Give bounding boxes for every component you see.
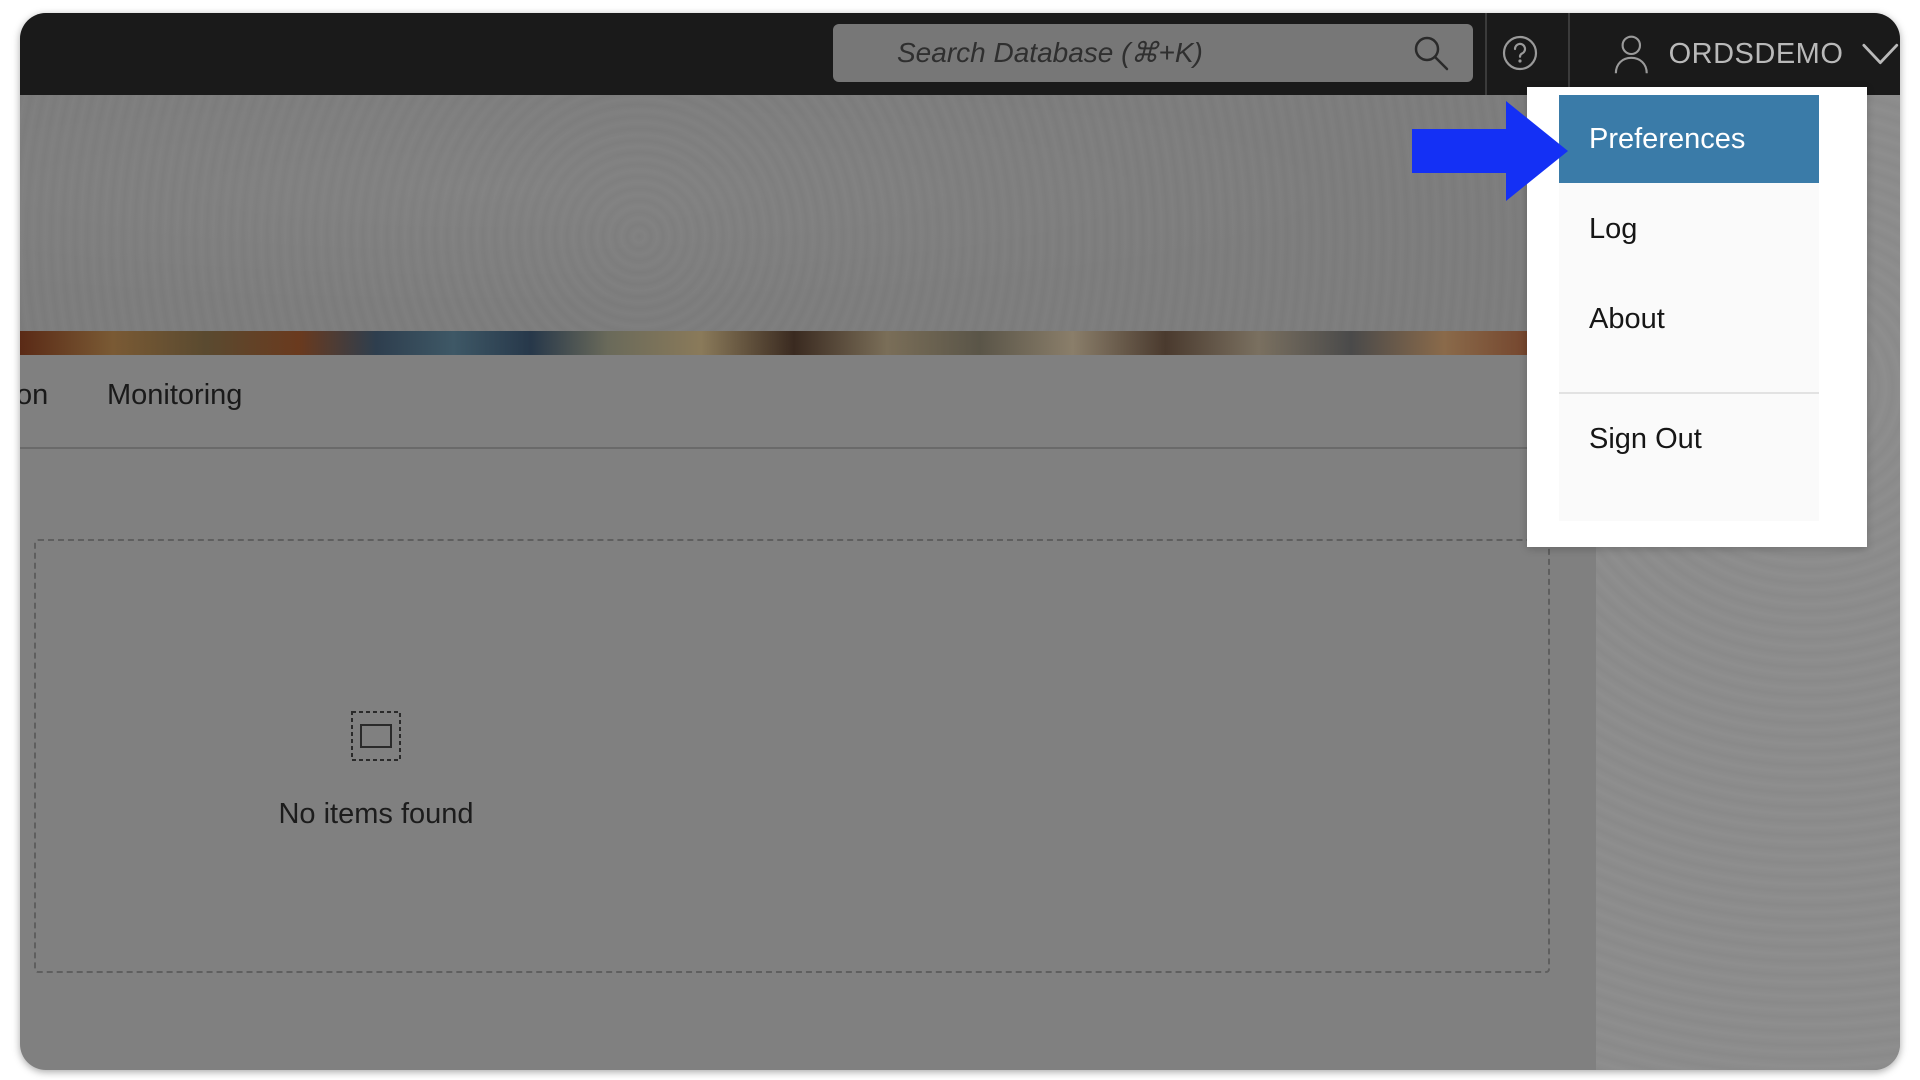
menu-item-sign-out[interactable]: Sign Out bbox=[1559, 395, 1819, 483]
search-box bbox=[833, 23, 1473, 83]
nav-tabs: on Monitoring bbox=[20, 355, 1568, 449]
menu-item-about[interactable]: About bbox=[1559, 275, 1819, 363]
empty-state-message: No items found bbox=[278, 798, 474, 830]
empty-content-area bbox=[34, 539, 1550, 973]
search-input[interactable] bbox=[833, 23, 1411, 83]
toolbar-divider bbox=[1485, 13, 1487, 95]
user-menu-button[interactable]: ORDSDEMO bbox=[1588, 13, 1900, 95]
callout-arrow-icon bbox=[1412, 101, 1568, 201]
search-icon[interactable] bbox=[1411, 33, 1451, 73]
tab-partial[interactable]: on bbox=[20, 379, 48, 412]
help-icon bbox=[1502, 35, 1538, 71]
menu-divider bbox=[1559, 392, 1819, 394]
user-dropdown-menu: Preferences Log About Sign Out bbox=[1527, 87, 1867, 547]
help-button[interactable] bbox=[1500, 33, 1540, 73]
hero-background bbox=[20, 95, 1568, 331]
user-menu-list: Preferences Log About Sign Out bbox=[1559, 95, 1819, 521]
chevron-down-icon bbox=[1862, 43, 1899, 65]
top-bar: ORDSDEMO bbox=[20, 13, 1900, 95]
empty-icon bbox=[351, 711, 401, 761]
menu-item-preferences[interactable]: Preferences bbox=[1559, 95, 1819, 183]
tab-monitoring[interactable]: Monitoring bbox=[107, 379, 242, 412]
toolbar-divider bbox=[1568, 13, 1570, 95]
menu-item-log[interactable]: Log bbox=[1559, 185, 1819, 273]
decorative-banner-strip bbox=[20, 331, 1568, 355]
user-icon bbox=[1614, 35, 1648, 74]
user-name: ORDSDEMO bbox=[1668, 37, 1844, 70]
